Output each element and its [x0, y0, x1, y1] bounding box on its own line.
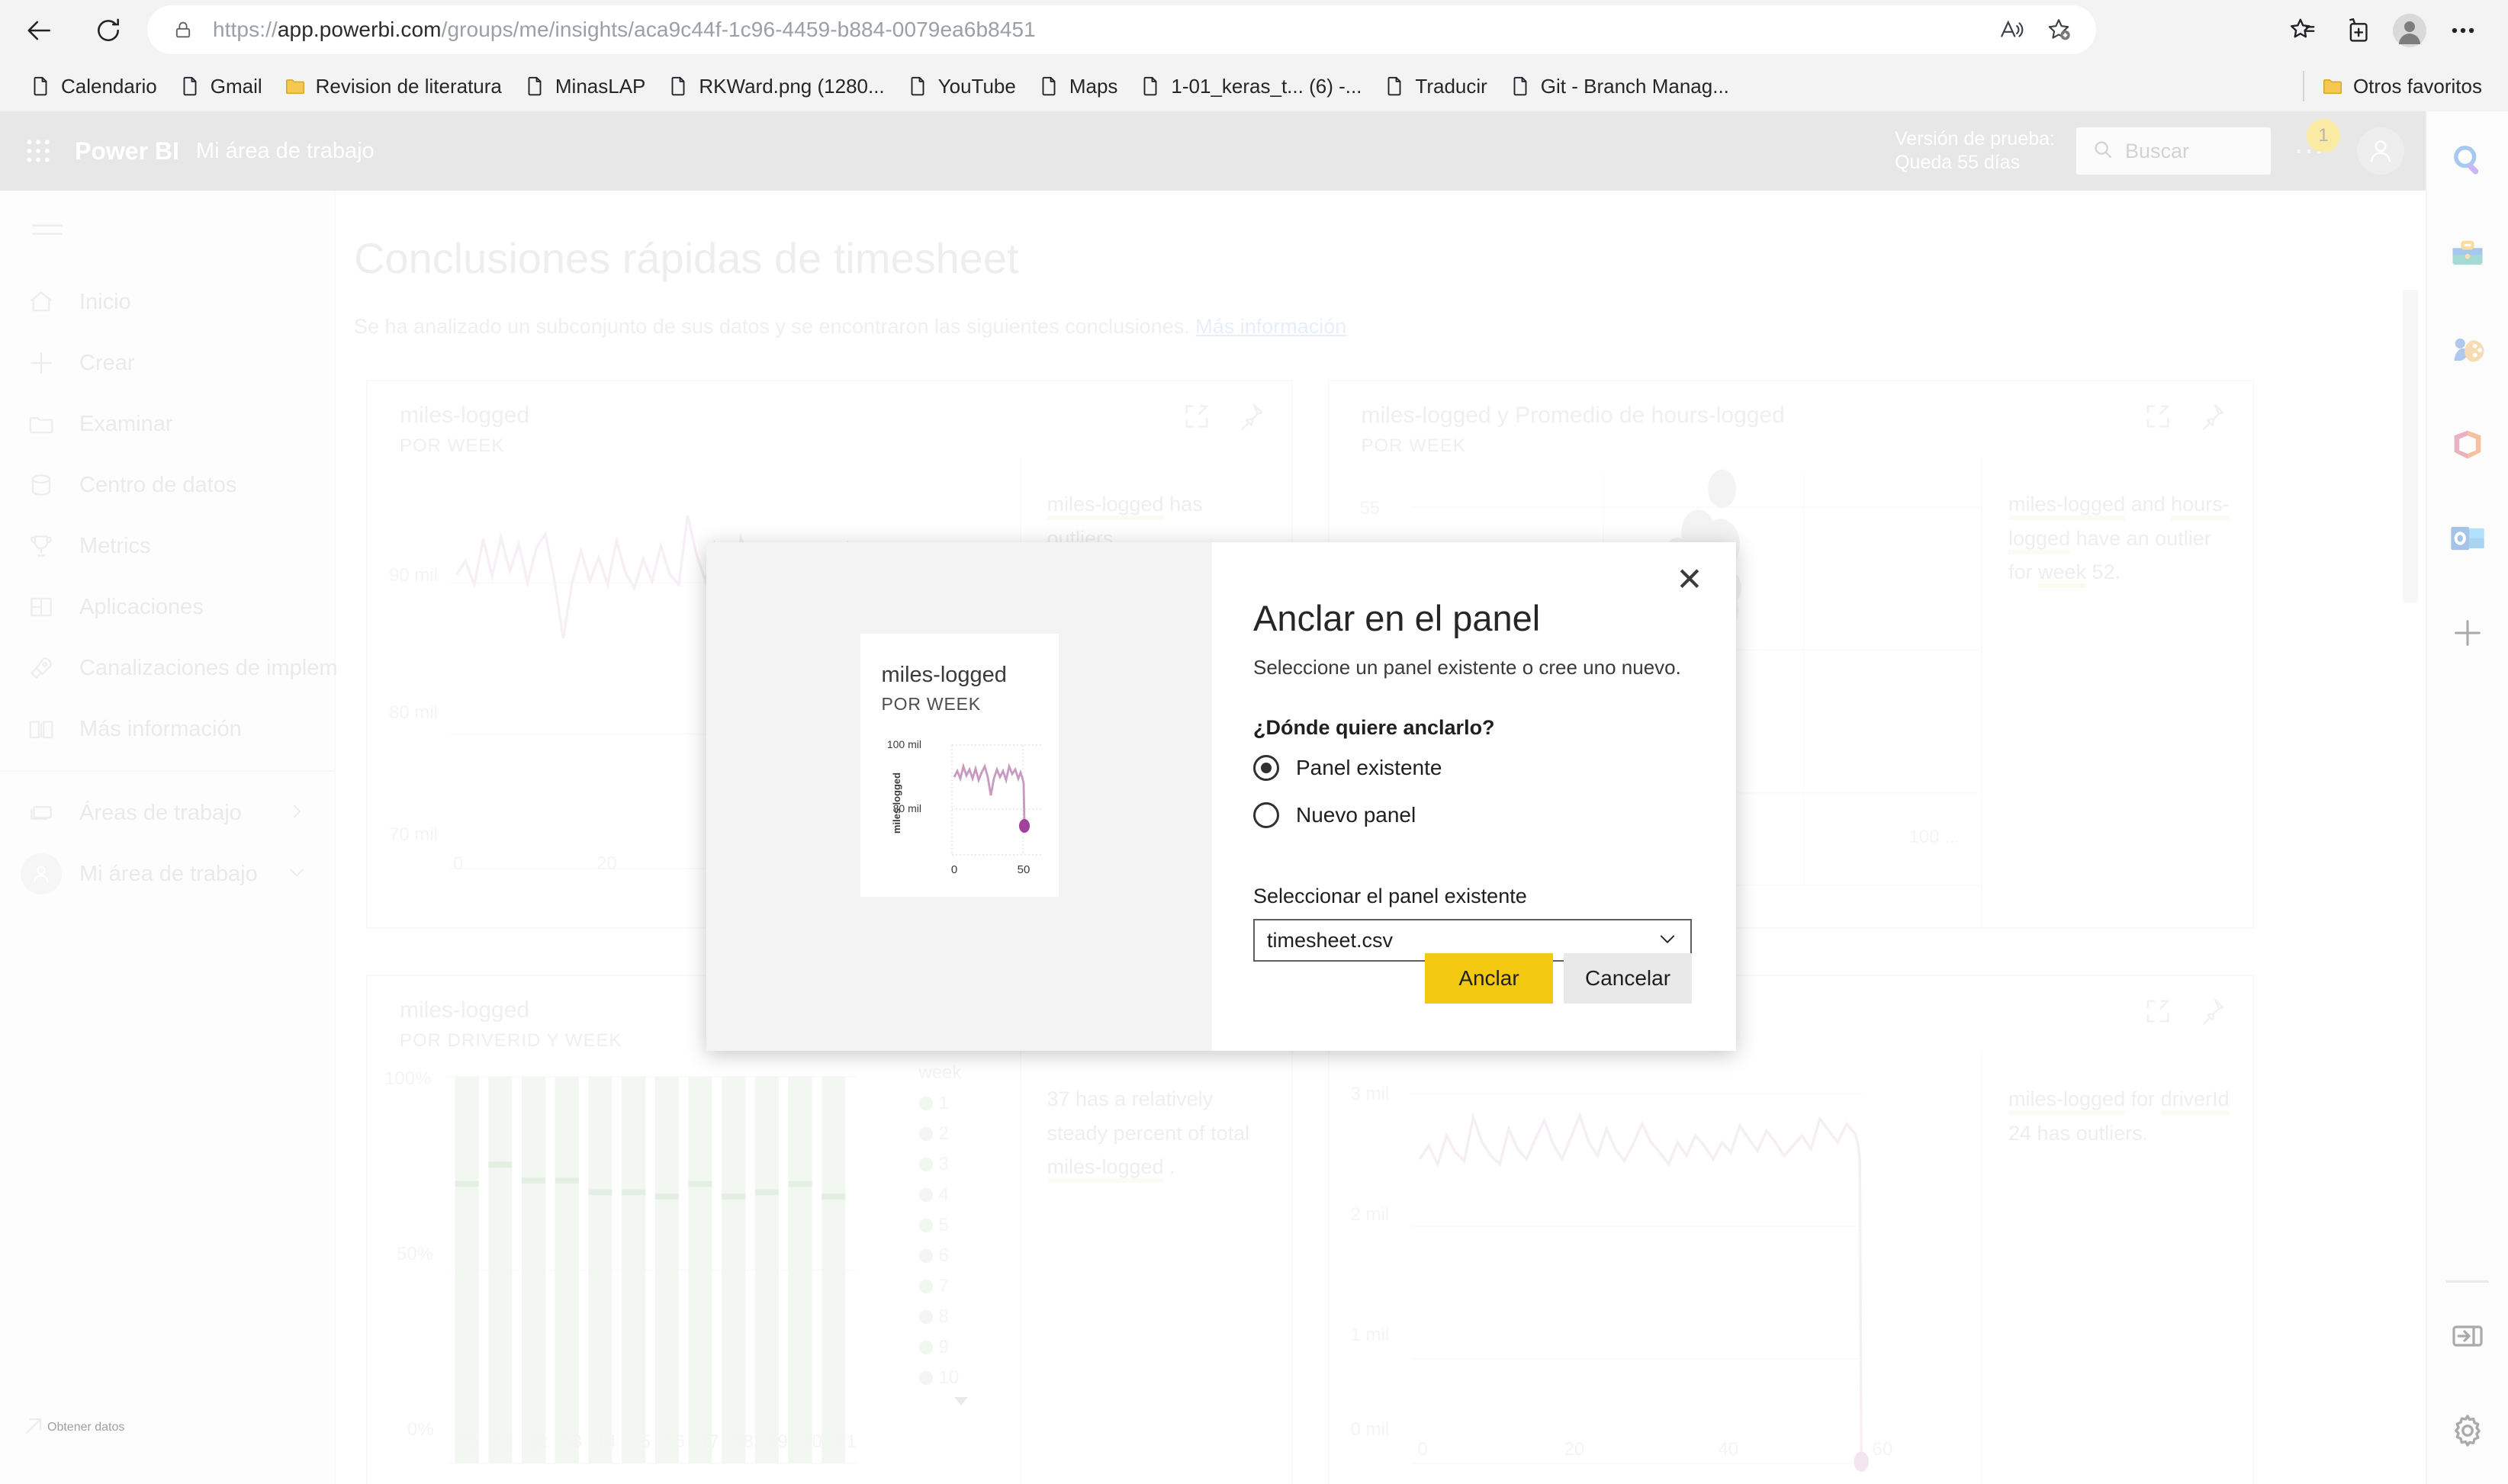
- url-text: https://app.powerbi.com/groups/me/insigh…: [213, 18, 1036, 42]
- bookmark-item[interactable]: Traducir: [1372, 66, 1497, 106]
- select-value: timesheet.csv: [1267, 928, 1394, 952]
- page-icon: [1037, 75, 1060, 98]
- url-host: app.powerbi.com: [277, 18, 442, 41]
- bookmark-item[interactable]: Calendario: [18, 66, 168, 106]
- lock-icon[interactable]: [170, 17, 196, 43]
- address-bar[interactable]: https://app.powerbi.com/groups/me/insigh…: [147, 5, 2096, 54]
- dialog-form-pane: ✕ Anclar en el panel Seleccione un panel…: [1212, 542, 1736, 1051]
- bookmark-item[interactable]: Gmail: [168, 66, 273, 106]
- other-favorites-area: Otros favoritos: [2302, 66, 2508, 106]
- preview-subtitle: POR WEEK: [881, 694, 981, 714]
- bookmark-item[interactable]: Maps: [1027, 66, 1129, 106]
- page-icon: [906, 75, 929, 98]
- page-icon: [523, 75, 546, 98]
- y-tick-label: 100 mil: [886, 738, 921, 750]
- radio-button[interactable]: [1253, 802, 1279, 828]
- bookmark-item[interactable]: Git - Branch Manag...: [1498, 66, 1740, 106]
- x-tick-label: 0: [950, 863, 957, 876]
- favorites-list-icon[interactable]: [2276, 4, 2330, 57]
- browser-chrome: https://app.powerbi.com/groups/me/insigh…: [0, 0, 2508, 111]
- bookmark-item[interactable]: MinasLAP: [513, 66, 657, 106]
- settings-and-more-icon[interactable]: [2436, 4, 2490, 57]
- page-icon: [667, 75, 690, 98]
- pin-button[interactable]: Anclar: [1425, 953, 1553, 1004]
- read-aloud-icon[interactable]: [1988, 6, 2035, 53]
- bookmark-label: Calendario: [61, 74, 157, 98]
- x-tick-label: 50: [1017, 863, 1030, 876]
- folder-icon: [2321, 75, 2344, 98]
- refresh-icon[interactable]: [84, 6, 133, 55]
- y-axis-label: miles-logged: [891, 773, 902, 834]
- browser-toolbar-right: [2276, 0, 2508, 61]
- bookmark-label: 1-01_keras_t... (6) -...: [1171, 74, 1362, 98]
- back-arrow-icon[interactable]: [15, 6, 64, 55]
- close-icon[interactable]: ✕: [1672, 562, 1707, 597]
- radio-label: Panel existente: [1296, 756, 1442, 779]
- bookmark-item[interactable]: RKWard.png (1280...: [656, 66, 895, 106]
- bookmark-label: Gmail: [210, 74, 262, 98]
- dialog-description: Seleccione un panel existente o cree uno…: [1253, 656, 1681, 679]
- radio-panel-existente[interactable]: Panel existente: [1253, 755, 1692, 781]
- chevron-down-icon[interactable]: [1657, 928, 1678, 953]
- bookmarks-bar: Calendario Gmail Revision de literatura …: [0, 61, 2508, 111]
- bookmark-item[interactable]: 1-01_keras_t... (6) -...: [1128, 66, 1372, 106]
- url-scheme: https://: [213, 18, 278, 41]
- page-icon: [1509, 75, 1532, 98]
- other-favorites-button[interactable]: Otros favoritos: [2310, 66, 2493, 106]
- bookmark-label: YouTube: [937, 74, 1016, 98]
- page-icon: [1139, 75, 1162, 98]
- bookmark-item[interactable]: Revision de literatura: [273, 66, 513, 106]
- bookmark-label: Git - Branch Manag...: [1540, 74, 1729, 98]
- dialog-buttons: Anclar Cancelar: [1425, 953, 1692, 1004]
- page-icon: [29, 75, 52, 98]
- url-path: /groups/me/insights/aca9c44f-1c96-4459-b…: [441, 18, 1036, 41]
- radio-button[interactable]: [1253, 755, 1279, 781]
- dialog-question-label: ¿Dónde quiere anclarlo?: [1253, 716, 1495, 739]
- select-label: Seleccionar el panel existente: [1253, 885, 1527, 907]
- other-favorites-label: Otros favoritos: [2352, 74, 2482, 98]
- divider: [2302, 71, 2304, 101]
- bookmark-label: Traducir: [1415, 74, 1487, 98]
- omnibox-actions: [1988, 6, 2096, 53]
- cancel-button[interactable]: Cancelar: [1564, 953, 1692, 1004]
- browser-profile-icon[interactable]: [2383, 4, 2436, 57]
- preview-chart: 100 mil 80 mil 0 50 miles-logged: [882, 727, 1062, 904]
- preview-tile: miles-logged POR WEEK 100 mil 80 mil 0 5…: [860, 634, 1059, 897]
- bookmark-item[interactable]: YouTube: [895, 66, 1027, 106]
- dialog-preview-pane: miles-logged POR WEEK 100 mil 80 mil 0 5…: [706, 542, 1212, 1051]
- dialog-title: Anclar en el panel: [1253, 598, 1541, 638]
- bookmark-label: Maps: [1069, 74, 1118, 98]
- pin-to-dashboard-dialog: miles-logged POR WEEK 100 mil 80 mil 0 5…: [706, 542, 1736, 1051]
- page-icon: [1383, 75, 1406, 98]
- collections-icon[interactable]: [2330, 4, 2383, 57]
- radio-nuevo-panel[interactable]: Nuevo panel: [1253, 802, 1692, 828]
- add-favorite-star-icon[interactable]: [2035, 6, 2082, 53]
- radio-label: Nuevo panel: [1296, 803, 1416, 827]
- bookmark-label: RKWard.png (1280...: [699, 74, 885, 98]
- browser-nav-row: https://app.powerbi.com/groups/me/insigh…: [0, 0, 2508, 61]
- folder-icon: [284, 75, 307, 98]
- preview-title: miles-logged: [881, 663, 1007, 687]
- bookmark-label: Revision de literatura: [315, 74, 502, 98]
- page-icon: [178, 75, 201, 98]
- bookmark-label: MinasLAP: [555, 74, 646, 98]
